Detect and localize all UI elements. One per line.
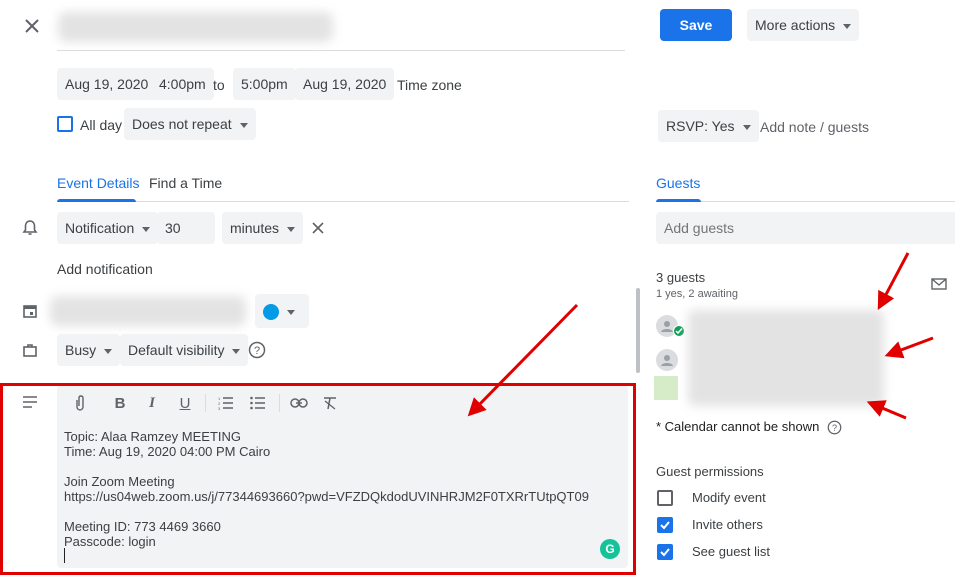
end-time-field[interactable]: 5:00pm <box>233 68 296 100</box>
tab-active-indicator <box>57 199 136 202</box>
all-day-checkbox[interactable] <box>57 116 73 132</box>
avatar <box>654 376 678 400</box>
add-notification-link[interactable]: Add notification <box>57 261 153 277</box>
invite-others-label: Invite others <box>692 517 763 532</box>
modify-event-checkbox[interactable] <box>657 490 673 506</box>
start-time-field[interactable]: 4:00pm <box>151 68 214 100</box>
svg-text:?: ? <box>832 423 837 433</box>
start-date-field[interactable]: Aug 19, 2020 <box>57 68 157 100</box>
bell-icon <box>20 218 40 238</box>
avatar <box>656 349 678 371</box>
chevron-down-icon <box>287 226 296 232</box>
annotation-highlight-box <box>0 383 636 575</box>
event-title-input[interactable] <box>58 12 333 42</box>
invite-others-checkbox[interactable] <box>657 517 673 533</box>
visibility-select[interactable]: Default visibility <box>120 334 249 366</box>
calendar-icon <box>20 301 40 321</box>
tab-active-indicator <box>656 199 701 202</box>
tab-guests[interactable]: Guests <box>656 175 700 191</box>
repeat-value: Does not repeat <box>132 116 232 132</box>
see-guest-list-label: See guest list <box>692 544 771 559</box>
tab-event-details[interactable]: Event Details <box>57 175 139 191</box>
guest-list-names <box>688 310 884 406</box>
rsvp-select[interactable]: RSVP: Yes <box>658 110 759 142</box>
close-icon[interactable] <box>20 14 44 38</box>
guest-count: 3 guests <box>656 270 706 285</box>
remove-notification-icon[interactable] <box>308 218 328 238</box>
accepted-check-icon <box>673 325 685 337</box>
more-actions-button[interactable]: More actions <box>747 9 860 41</box>
guest-permissions-title: Guest permissions <box>656 464 764 479</box>
rsvp-value: RSVP: Yes <box>666 118 735 134</box>
notification-unit-value: minutes <box>230 220 280 236</box>
more-actions-label: More actions <box>755 17 836 33</box>
title-underline <box>57 50 625 51</box>
email-guests-icon[interactable] <box>930 276 948 292</box>
all-day-label: All day <box>80 117 123 133</box>
tab-find-a-time[interactable]: Find a Time <box>149 175 222 191</box>
end-date-field[interactable]: Aug 19, 2020 <box>295 68 395 100</box>
chevron-down-icon <box>287 309 295 315</box>
chevron-down-icon <box>104 348 113 354</box>
event-color-dot <box>263 304 279 321</box>
busy-value: Busy <box>65 342 97 358</box>
visibility-value: Default visibility <box>128 342 225 358</box>
help-icon[interactable]: ? <box>827 420 843 436</box>
help-icon[interactable]: ? <box>247 340 267 360</box>
annotation-arrow <box>866 400 907 420</box>
repeat-select[interactable]: Does not repeat <box>124 108 256 140</box>
modify-event-label: Modify event <box>692 490 766 505</box>
briefcase-icon <box>20 340 40 360</box>
scrollbar-thumb[interactable] <box>636 288 640 373</box>
timezone-link[interactable]: Time zone <box>397 77 462 93</box>
notification-type-select[interactable]: Notification <box>57 212 159 244</box>
annotation-arrow <box>877 252 910 310</box>
notification-amount-input[interactable]: 30 <box>157 212 215 244</box>
calendar-note-text: * Calendar cannot be shown <box>656 419 820 434</box>
add-guests-input[interactable] <box>656 212 955 244</box>
event-color-select[interactable] <box>255 294 309 328</box>
notification-unit-select[interactable]: minutes <box>222 212 304 244</box>
see-guest-list-checkbox[interactable] <box>657 544 673 560</box>
notification-type-value: Notification <box>65 220 135 236</box>
add-note-link[interactable]: Add note / guests <box>760 119 869 135</box>
chevron-down-icon <box>142 226 151 232</box>
busy-select[interactable]: Busy <box>57 334 121 366</box>
chevron-down-icon <box>232 348 241 354</box>
chevron-down-icon <box>239 122 248 128</box>
chevron-down-icon <box>843 23 852 29</box>
save-button[interactable]: Save <box>660 9 732 41</box>
svg-text:?: ? <box>254 345 260 357</box>
to-label: to <box>213 77 225 93</box>
tab-divider <box>57 201 629 202</box>
chevron-down-icon <box>742 124 751 130</box>
guest-summary: 1 yes, 2 awaiting <box>656 288 738 300</box>
calendar-select[interactable] <box>50 296 246 326</box>
calendar-cannot-be-shown-note: * Calendar cannot be shown ? <box>656 419 843 436</box>
annotation-arrow <box>884 336 934 359</box>
